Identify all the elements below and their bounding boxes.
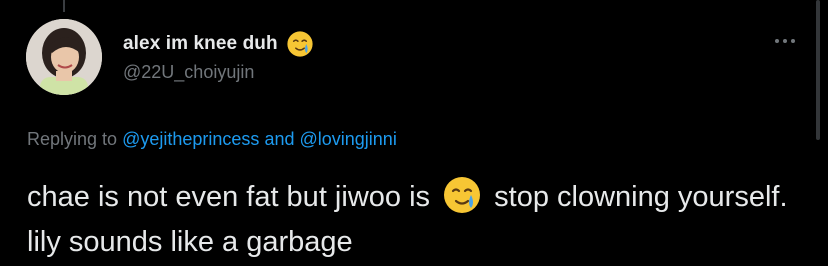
more-options-button[interactable]	[770, 30, 800, 50]
face-holding-back-tears-icon	[442, 175, 482, 215]
tweet-text-part-1: chae is not even fat but jiwoo is	[27, 181, 431, 213]
replying-to-line: Replying to @yejitheprincess and @loving…	[27, 129, 397, 150]
author-display-name[interactable]: alex im knee duh	[123, 33, 278, 55]
mention-link-lovingjinni[interactable]: @lovingjinni	[300, 129, 397, 149]
replying-to-prefix: Replying to	[27, 129, 118, 149]
mention-link-yejitheprincess[interactable]: @yejitheprincess	[122, 129, 259, 149]
avatar[interactable]	[26, 19, 102, 95]
scrollbar[interactable]	[816, 0, 820, 140]
author-handle[interactable]: @22U_choiyujin	[123, 62, 254, 83]
author-name-row[interactable]: alex im knee duh	[123, 30, 314, 58]
more-horizontal-icon	[774, 31, 796, 49]
thread-connector-line	[63, 0, 65, 12]
avatar-image	[26, 19, 102, 95]
reply-conjunction[interactable]: and	[264, 129, 294, 149]
tweet-body: chae is not even fat but jiwoo is stop c…	[27, 175, 807, 265]
face-holding-back-tears-icon	[286, 30, 314, 58]
